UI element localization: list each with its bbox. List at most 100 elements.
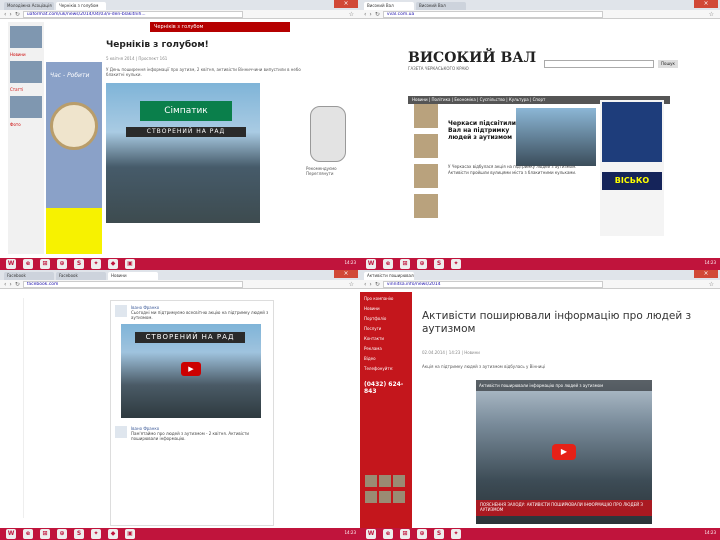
post-video[interactable]: СТВОРЕНИЙ НА РАД ▶ [121,324,261,418]
portrait-image[interactable] [310,106,346,162]
play-icon[interactable]: ▶ [552,444,576,460]
sidebar-image[interactable] [602,102,662,162]
url-field[interactable]: uaformat.com/uk/news/2014/04/03/v-den-bl… [22,10,243,18]
phone-number[interactable]: (0432) 624-843 [364,381,408,395]
chrome-icon[interactable]: ⊕ [57,529,67,539]
explorer-icon[interactable]: ⊞ [400,259,410,269]
thumbnail[interactable] [393,491,405,503]
yellow-ad-block[interactable] [46,208,102,254]
section-label[interactable]: Статті [10,87,42,92]
avatar[interactable] [115,426,127,438]
ie-icon[interactable]: e [23,259,33,269]
sidebar-menu-item[interactable]: Відео [364,356,408,361]
thumbnail[interactable] [10,96,42,118]
word-icon[interactable]: W [6,259,16,269]
window-close-button[interactable]: × [334,0,358,8]
search-input[interactable] [544,60,654,68]
ie-icon[interactable]: e [383,259,393,269]
browser-tab[interactable]: Facebook [4,272,54,280]
word-icon[interactable]: W [366,259,376,269]
word-icon[interactable]: W [366,529,376,539]
app-icon[interactable]: ◆ [108,259,118,269]
bookmark-star-icon[interactable]: ☆ [709,11,714,18]
bookmark-star-icon[interactable]: ☆ [349,281,354,288]
chrome-icon[interactable]: ⊕ [57,259,67,269]
window-close-button[interactable]: × [694,0,718,8]
thumbnail[interactable] [414,104,438,128]
word-icon[interactable]: W [6,529,16,539]
search-button[interactable]: Пошук [658,60,678,68]
url-field[interactable]: facebook.com [22,280,243,288]
sidebar-menu-item[interactable]: Контакти [364,336,408,341]
sidebar-menu-item[interactable]: Послуги [364,326,408,331]
explorer-icon[interactable]: ⊞ [40,259,50,269]
app-icon[interactable]: ✦ [91,529,101,539]
thumbnail[interactable] [10,26,42,48]
browser-tab-active[interactable]: Новини [108,272,158,280]
browser-tab[interactable]: Facebook [56,272,106,280]
reload-icon[interactable]: ↻ [15,11,20,18]
bookmark-star-icon[interactable]: ☆ [709,281,714,288]
window-close-button[interactable]: × [334,270,358,278]
explorer-icon[interactable]: ⊞ [40,529,50,539]
reload-icon[interactable]: ↻ [375,11,380,18]
thumbnail[interactable] [365,475,377,487]
thumbnail[interactable] [414,134,438,158]
app-icon[interactable]: ✦ [91,259,101,269]
url-field[interactable]: vval.com.ua [382,10,603,18]
video-title[interactable]: Активісти поширювали інформацію про люде… [476,380,652,391]
back-icon[interactable]: ‹ [364,11,366,18]
browser-tab-active[interactable]: Високий Вал [364,2,414,10]
thumbnail[interactable] [365,491,377,503]
browser-tab[interactable]: Молодіжна Асоціація [4,2,54,10]
explorer-icon[interactable]: ⊞ [400,529,410,539]
video-player[interactable]: Активісти поширювали інформацію про люде… [476,380,652,524]
skype-icon[interactable]: S [74,259,84,269]
reload-icon[interactable]: ↻ [375,281,380,288]
article-headline[interactable]: Черкаси підсвітили Вал на підтримку люде… [448,120,516,141]
sidebar-menu-item[interactable]: Реклама [364,346,408,351]
ie-icon[interactable]: e [383,529,393,539]
ie-icon[interactable]: e [23,529,33,539]
sidebar-menu-item[interactable]: Новини [364,306,408,311]
browser-tab-active[interactable]: Активісти поширювали [364,272,414,280]
thumbnail[interactable] [414,164,438,188]
post-author[interactable]: Івано Франко [111,422,273,431]
post-author[interactable]: Івано Франко [111,301,273,310]
app-icon[interactable]: ▣ [125,529,135,539]
browser-tab[interactable]: Високий Вал [416,2,466,10]
forward-icon[interactable]: › [9,281,11,288]
app-icon[interactable]: ✦ [451,259,461,269]
app-icon[interactable]: ◆ [108,529,118,539]
sidebar-ad[interactable]: ВІСЬКО [602,172,662,190]
chrome-icon[interactable]: ⊕ [417,529,427,539]
skype-icon[interactable]: S [74,529,84,539]
app-icon[interactable]: ✦ [451,529,461,539]
forward-icon[interactable]: › [369,11,371,18]
play-icon[interactable]: ▶ [181,362,201,376]
bookmark-star-icon[interactable]: ☆ [349,11,354,18]
thumbnail[interactable] [10,61,42,83]
window-close-button[interactable]: × [694,270,718,278]
chrome-icon[interactable]: ⊕ [417,259,427,269]
skype-icon[interactable]: S [434,529,444,539]
sidebar-menu-item[interactable]: Про компанію [364,296,408,301]
avatar[interactable] [115,305,127,317]
reload-icon[interactable]: ↻ [15,281,20,288]
thumbnail[interactable] [379,491,391,503]
thumbnail[interactable] [414,194,438,218]
forward-icon[interactable]: › [369,281,371,288]
section-label[interactable]: Фото [10,122,42,127]
browser-tab-active[interactable]: Черніків з голубом [56,2,106,10]
app-icon[interactable]: ▣ [125,259,135,269]
back-icon[interactable]: ‹ [4,281,6,288]
article-photo[interactable] [516,108,596,166]
forward-icon[interactable]: › [9,11,11,18]
back-icon[interactable]: ‹ [364,281,366,288]
back-icon[interactable]: ‹ [4,11,6,18]
thumbnail[interactable] [379,475,391,487]
thumbnail[interactable] [393,475,405,487]
sidebar-text[interactable]: Рекомендуємо Переглянути [306,166,354,176]
sidebar-menu-item[interactable]: Портфоліо [364,316,408,321]
section-label[interactable]: Новини [10,52,42,57]
